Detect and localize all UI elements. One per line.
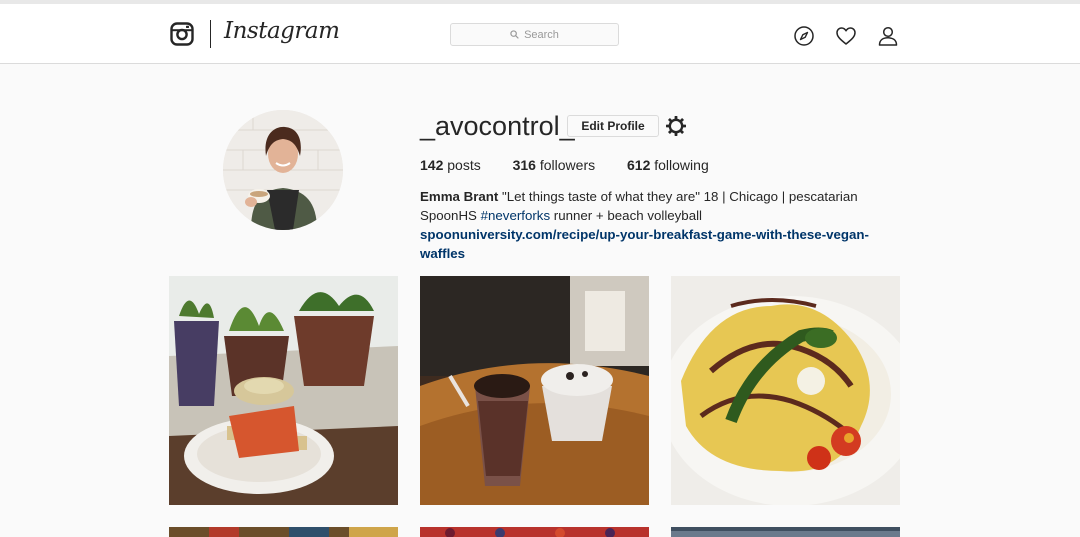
avatar[interactable] bbox=[223, 110, 343, 230]
following-label: following bbox=[654, 157, 709, 173]
post-image bbox=[671, 276, 900, 505]
avatar-photo bbox=[223, 110, 343, 230]
post-thumbnail[interactable] bbox=[420, 527, 649, 537]
instagram-wordmark[interactable]: Instagram bbox=[224, 18, 340, 44]
post-thumbnail[interactable] bbox=[420, 276, 649, 505]
compass-icon[interactable] bbox=[793, 25, 815, 47]
search-icon bbox=[510, 30, 519, 39]
post-image bbox=[420, 276, 649, 505]
followers-count: 316 bbox=[512, 157, 536, 173]
following-count: 612 bbox=[627, 157, 651, 173]
post-image bbox=[420, 527, 649, 537]
profile-bio: Emma Brant "Let things taste of what the… bbox=[420, 187, 890, 263]
bio-hashtag-link[interactable]: #neverforks bbox=[481, 208, 550, 223]
post-thumbnail[interactable] bbox=[169, 527, 398, 537]
search-input[interactable]: Search bbox=[450, 23, 619, 46]
posts-stat: 142 posts bbox=[420, 157, 481, 173]
followers-stat[interactable]: 316 followers bbox=[513, 157, 596, 173]
bio-text: runner + beach volleyball bbox=[550, 208, 703, 223]
gear-icon[interactable] bbox=[665, 115, 687, 137]
heart-icon[interactable] bbox=[835, 25, 857, 47]
profile-username: _avocontrol_ bbox=[420, 111, 575, 141]
post-image bbox=[671, 527, 900, 537]
top-nav-bar: Instagram Search bbox=[0, 4, 1080, 64]
post-thumbnail[interactable] bbox=[671, 276, 900, 505]
search-placeholder: Search bbox=[524, 28, 559, 41]
instagram-camera-icon[interactable] bbox=[170, 22, 194, 46]
edit-profile-button[interactable]: Edit Profile bbox=[567, 115, 659, 137]
user-icon[interactable] bbox=[877, 25, 899, 47]
posts-label: posts bbox=[447, 157, 481, 173]
post-image bbox=[169, 276, 398, 505]
followers-label: followers bbox=[539, 157, 596, 173]
post-thumbnail[interactable] bbox=[671, 527, 900, 537]
profile-full-name: Emma Brant bbox=[420, 189, 499, 204]
bio-website-link[interactable]: spoonuniversity.com/recipe/up-your-break… bbox=[420, 227, 869, 261]
logo-divider bbox=[210, 20, 211, 48]
profile-stats: 142 posts 316 followers 612 following bbox=[420, 157, 737, 173]
following-stat[interactable]: 612 following bbox=[627, 157, 709, 173]
posts-count: 142 bbox=[420, 157, 444, 173]
post-thumbnail[interactable] bbox=[169, 276, 398, 505]
post-image bbox=[169, 527, 398, 537]
